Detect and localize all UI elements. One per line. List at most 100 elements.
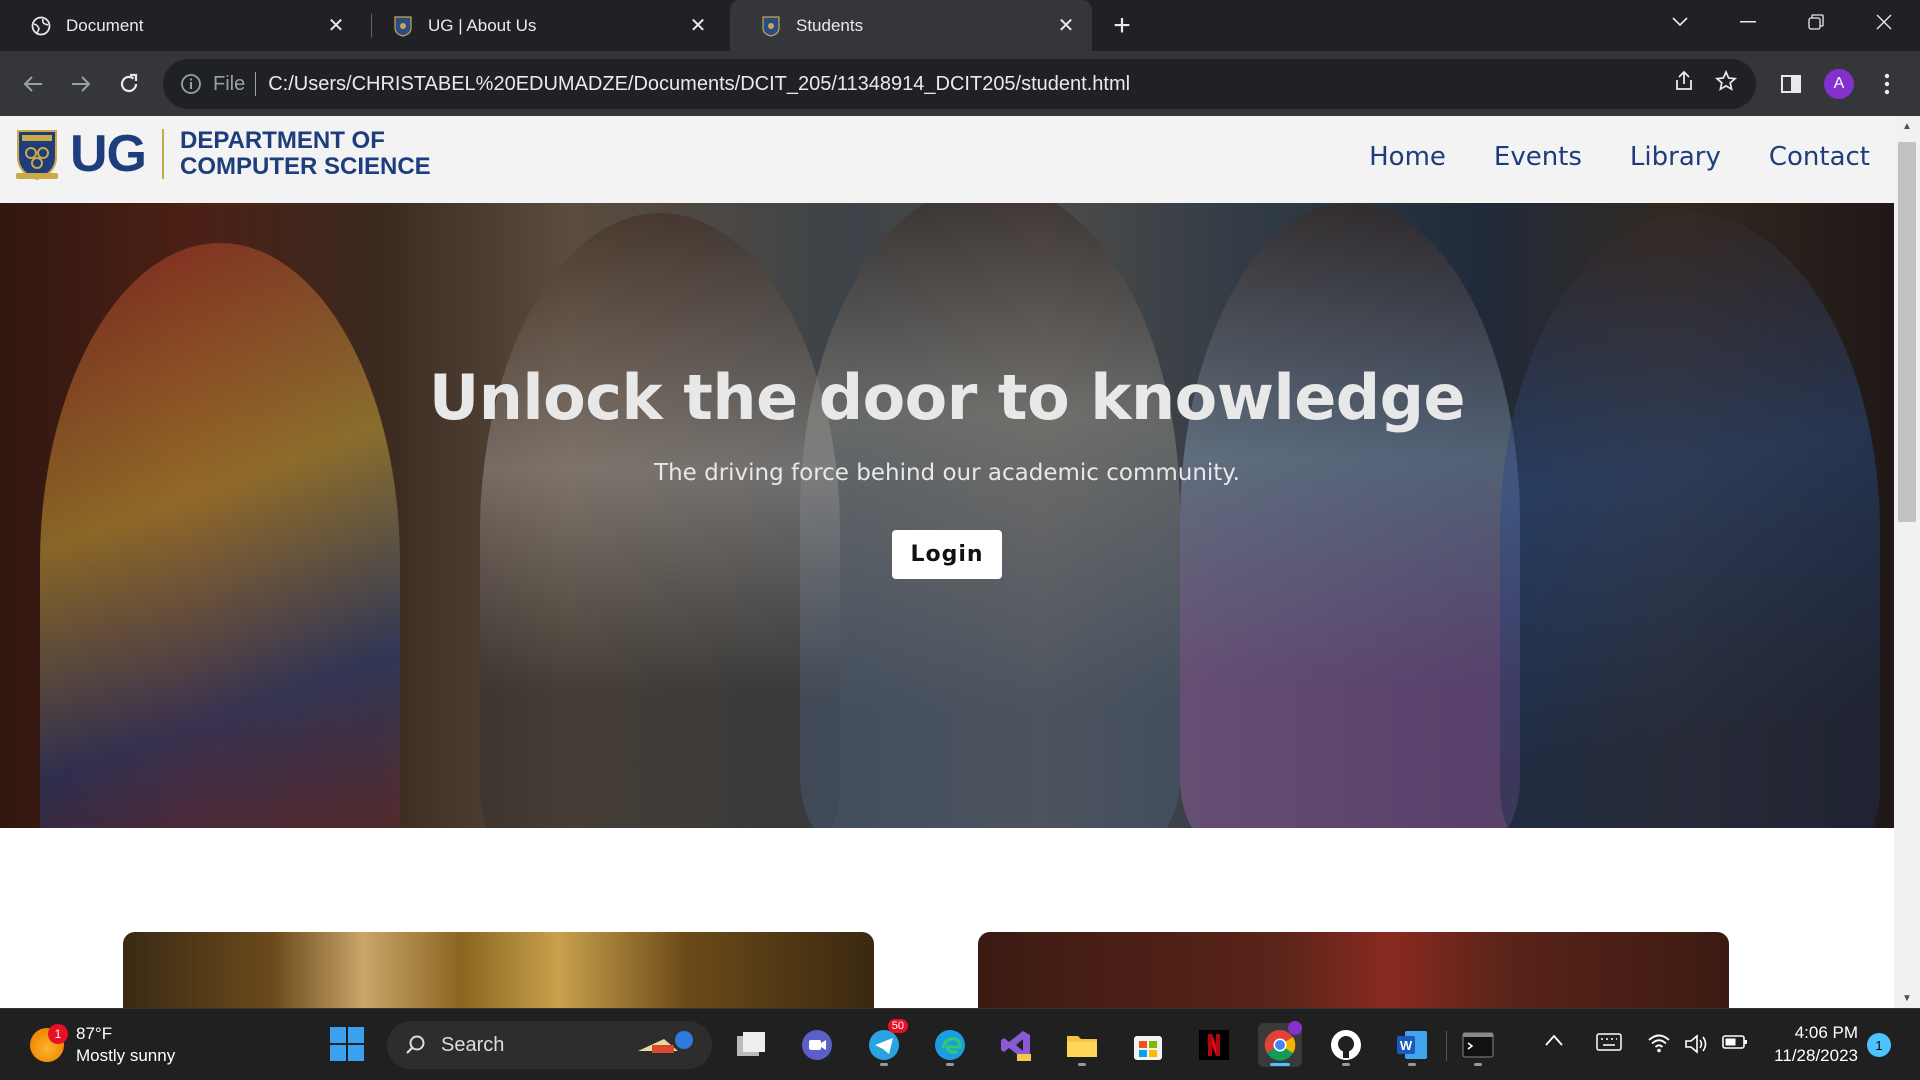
taskbar-teams[interactable] — [795, 1023, 839, 1067]
share-icon[interactable] — [1672, 69, 1696, 99]
netflix-icon — [1199, 1030, 1229, 1060]
profile-avatar[interactable]: A — [1824, 69, 1854, 99]
taskbar-file-explorer[interactable] — [1060, 1023, 1104, 1067]
nav-events[interactable]: Events — [1494, 142, 1582, 172]
close-tab-icon[interactable]: ✕ — [1056, 15, 1076, 37]
site-logo[interactable]: UG DEPARTMENT OF COMPUTER SCIENCE — [16, 124, 431, 184]
page-scrollbar[interactable]: ▲ ▼ — [1894, 116, 1920, 1008]
taskbar-ms-store[interactable] — [1126, 1023, 1170, 1067]
url-scheme-label: File — [213, 72, 246, 95]
ug-crest-icon — [16, 130, 58, 181]
running-indicator — [1078, 1063, 1086, 1066]
tab-document[interactable]: Document ✕ — [0, 0, 362, 51]
weather-widget[interactable]: 1 87°F Mostly sunny — [30, 1023, 175, 1067]
weather-badge: 1 — [48, 1024, 68, 1044]
card-image — [978, 932, 1729, 1008]
taskbar-divider — [1446, 1031, 1447, 1061]
page-viewport: UG DEPARTMENT OF COMPUTER SCIENCE Home E… — [0, 116, 1920, 1008]
card-image — [123, 932, 874, 1008]
bookmark-star-icon[interactable] — [1714, 69, 1738, 99]
scroll-up-arrow[interactable]: ▲ — [1894, 116, 1920, 136]
feature-card-left[interactable] — [123, 932, 874, 1008]
close-window-button[interactable] — [1856, 0, 1912, 44]
weather-condition: Mostly sunny — [76, 1046, 176, 1065]
tab-ug-about-us[interactable]: UG | About Us ✕ — [362, 0, 724, 51]
department-line-1: DEPARTMENT OF — [180, 127, 385, 154]
windows-taskbar: 1 87°F Mostly sunny Search 50 W 4:06 PM … — [0, 1008, 1920, 1080]
forward-button[interactable] — [64, 67, 98, 101]
feature-card-right[interactable] — [978, 932, 1729, 1008]
side-panel-button[interactable] — [1774, 67, 1808, 101]
wifi-icon — [1648, 1034, 1670, 1053]
arrow-left-icon — [23, 76, 42, 92]
url-text[interactable]: C:/Users/CHRISTABEL%20EDUMADZE/Documents… — [268, 73, 1672, 96]
site-header: UG DEPARTMENT OF COMPUTER SCIENCE Home E… — [0, 116, 1894, 203]
taskbar-search[interactable]: Search — [387, 1021, 712, 1069]
close-tab-icon[interactable]: ✕ — [688, 15, 708, 37]
browser-tab-strip: Document ✕ UG | About Us ✕ Students ✕ + — [0, 0, 1920, 51]
taskbar-visual-studio[interactable] — [994, 1023, 1038, 1067]
ug-crest-icon — [392, 15, 414, 37]
arrow-right-icon — [72, 76, 91, 92]
back-button[interactable] — [16, 67, 50, 101]
restore-button[interactable] — [1788, 0, 1844, 44]
taskbar-chrome[interactable] — [1258, 1021, 1302, 1067]
nav-home[interactable]: Home — [1369, 142, 1446, 172]
tab-search-button[interactable] — [1652, 0, 1708, 44]
nav-library[interactable]: Library — [1630, 142, 1721, 172]
address-bar[interactable]: File C:/Users/CHRISTABEL%20EDUMADZE/Docu… — [163, 59, 1756, 109]
telegram-badge: 50 — [887, 1019, 908, 1033]
reload-button[interactable] — [112, 67, 146, 101]
tab-students[interactable]: Students ✕ — [730, 0, 1092, 51]
volume-tray-icon[interactable] — [1684, 1033, 1710, 1060]
search-label: Search — [441, 1033, 505, 1056]
running-indicator — [1342, 1063, 1350, 1066]
running-indicator — [946, 1063, 954, 1066]
wifi-tray-icon[interactable] — [1648, 1033, 1670, 1058]
taskbar-task-view[interactable] — [730, 1023, 774, 1067]
close-tab-icon[interactable]: ✕ — [326, 15, 346, 37]
chevron-down-icon — [1672, 17, 1688, 27]
task-view-icon — [737, 1032, 765, 1056]
minimize-button[interactable] — [1720, 0, 1776, 44]
reload-icon — [120, 73, 138, 93]
scroll-thumb[interactable] — [1898, 142, 1916, 522]
keyboard-icon — [1596, 1033, 1622, 1051]
taskbar-edge[interactable] — [928, 1023, 972, 1067]
battery-tray-icon[interactable] — [1722, 1033, 1748, 1056]
running-indicator — [880, 1063, 888, 1066]
taskbar-terminal[interactable] — [1456, 1023, 1500, 1067]
logo-text: UG — [70, 125, 147, 183]
hero-banner: Unlock the door to knowledge The driving… — [0, 203, 1894, 828]
clock-date: 11/28/2023 — [1774, 1046, 1858, 1065]
show-hidden-icons-button[interactable] — [1544, 1033, 1564, 1052]
new-tab-button[interactable]: + — [1108, 9, 1136, 42]
running-indicator — [1408, 1063, 1416, 1066]
keyboard-tray-icon[interactable] — [1596, 1033, 1622, 1056]
login-button[interactable]: Login — [892, 530, 1002, 579]
notification-badge[interactable]: 1 — [1867, 1033, 1891, 1057]
browser-menu-button[interactable] — [1870, 67, 1904, 101]
hero-content: Unlock the door to knowledge The driving… — [0, 203, 1894, 828]
clock-time: 4:06 PM — [1794, 1023, 1858, 1042]
word-icon: W — [1397, 1031, 1427, 1059]
store-icon — [1134, 1036, 1162, 1060]
scroll-down-arrow[interactable]: ▼ — [1894, 988, 1920, 1008]
taskbar-telegram[interactable]: 50 — [862, 1019, 908, 1067]
logo-divider — [162, 129, 164, 179]
running-indicator — [1270, 1063, 1290, 1066]
taskbar-github[interactable] — [1324, 1023, 1368, 1067]
sun-icon: 1 — [30, 1024, 68, 1062]
taskbar-netflix[interactable] — [1192, 1023, 1236, 1067]
nav-contact[interactable]: Contact — [1769, 142, 1870, 172]
taskbar-clock[interactable]: 4:06 PM 11/28/2023 — [1762, 1021, 1858, 1067]
tab-title: UG | About Us — [428, 15, 537, 35]
main-nav: Home Events Library Contact — [1369, 142, 1870, 172]
department-line-2: COMPUTER SCIENCE — [180, 153, 431, 180]
telegram-icon — [869, 1030, 899, 1060]
start-button[interactable] — [330, 1027, 364, 1061]
chrome-profile-badge — [1288, 1021, 1302, 1035]
speaker-icon — [1685, 1034, 1707, 1054]
taskbar-word[interactable]: W — [1390, 1023, 1434, 1067]
battery-icon — [1722, 1035, 1747, 1049]
